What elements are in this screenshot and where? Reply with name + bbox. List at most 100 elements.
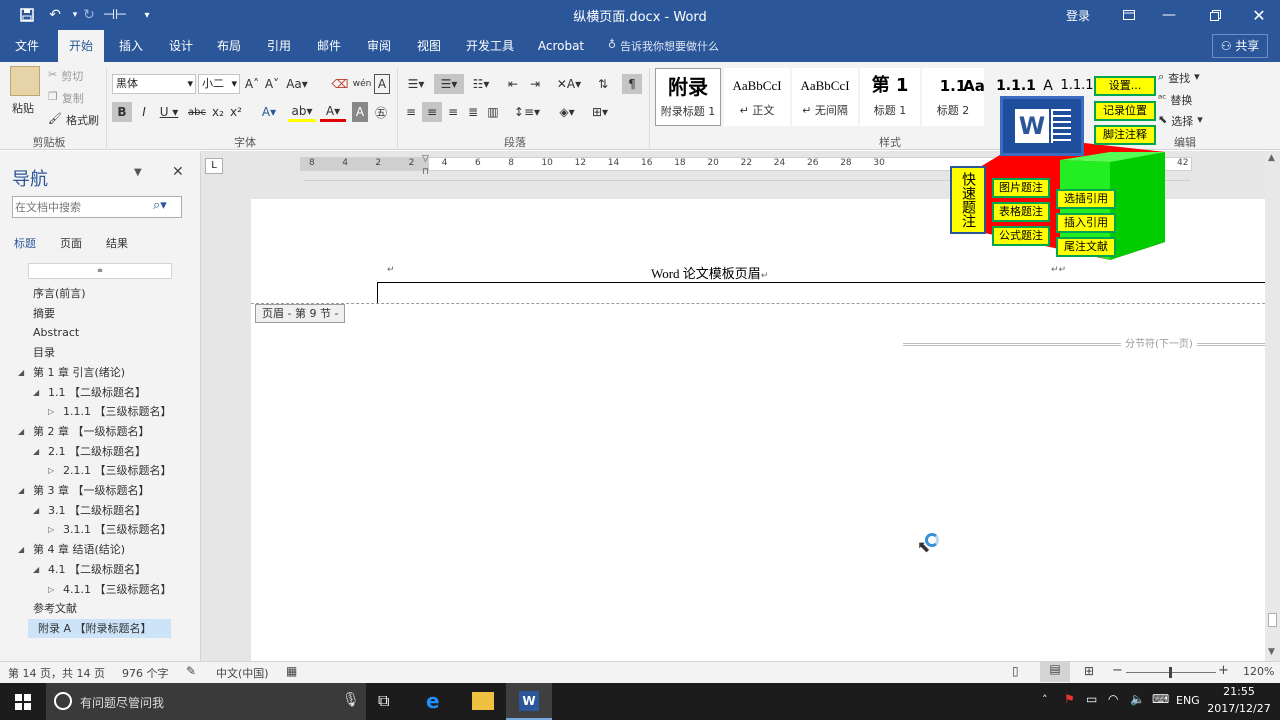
nav-heading-item[interactable]: 附录 A 【附录标题名】 (28, 618, 171, 638)
microphone-icon[interactable]: 🎙 (342, 692, 360, 708)
underline-icon[interactable]: U ▾ (156, 102, 182, 122)
phonetic-guide-icon[interactable]: wén (353, 74, 372, 94)
equation-caption-button[interactable]: 公式题注 (992, 226, 1050, 246)
tab-references[interactable]: 引用 (256, 30, 302, 62)
subscript-icon[interactable]: x₂ (210, 102, 226, 122)
tab-acrobat[interactable]: Acrobat (530, 30, 592, 62)
nav-heading-item[interactable]: ◢ 2.1 【二级标题名】 (0, 442, 200, 461)
change-case-icon[interactable]: Aa▾ (286, 74, 308, 94)
record-position-button[interactable]: 记录位置 (1094, 101, 1156, 121)
battery-icon[interactable]: ▭ (1086, 692, 1097, 706)
nav-heading-item[interactable]: ▷ 4.1.1 【三级标题名】 (0, 580, 200, 599)
nav-heading-item[interactable]: 摘要 (0, 304, 200, 323)
line-spacing-icon[interactable]: ↕≡▾ (512, 102, 542, 122)
search-icon[interactable]: ⌕▾ (153, 198, 167, 213)
strikethrough-icon[interactable]: abc (186, 102, 208, 122)
increase-indent-icon[interactable]: ⇥ (526, 74, 544, 94)
document-page[interactable]: ↵ Word 论文模板页眉↵ ↵↵ 页眉 - 第 9 节 - 分节符(下一页) … (251, 199, 1265, 661)
web-layout-icon[interactable]: ⊞ (1084, 664, 1094, 678)
select-reference-button[interactable]: 选插引用 (1056, 189, 1116, 209)
cut-button[interactable]: ✂ 剪切 (48, 68, 83, 84)
find-button[interactable]: ⌕ 查找 ▾ (1158, 70, 1200, 86)
borders-icon[interactable]: ⊞▾ (586, 102, 614, 122)
tab-developer[interactable]: 开发工具 (460, 30, 520, 62)
tell-me-box[interactable]: ♁ 告诉我你想要做什么 (608, 38, 719, 54)
clear-format-icon[interactable]: ⌫ (332, 74, 349, 94)
collapse-arrow-icon[interactable]: ◢ (18, 481, 24, 500)
align-right-icon[interactable]: ≡ (444, 102, 462, 122)
font-color-icon[interactable]: A▾ (320, 102, 346, 122)
print-layout-icon[interactable]: ▤ (1040, 662, 1070, 682)
enclose-char-icon[interactable]: ㊄ (372, 102, 390, 122)
show-hidden-icons-icon[interactable]: ˄ (1042, 693, 1048, 706)
nav-heading-item[interactable]: 目录 (0, 343, 200, 362)
nav-collapse-box[interactable]: ⩧ (28, 263, 172, 279)
nav-heading-item[interactable]: Abstract (0, 323, 200, 342)
bullets-icon[interactable]: ☰▾ (402, 74, 430, 94)
share-button[interactable]: ⚇ 共享 (1212, 34, 1268, 58)
indent-marker-icon[interactable]: ▽ (422, 154, 429, 164)
wifi-icon[interactable]: ◠ (1108, 692, 1118, 706)
tab-file[interactable]: 文件 (4, 30, 50, 62)
nav-heading-item[interactable]: ◢ 4.1 【二级标题名】 (0, 560, 200, 579)
scroll-down-icon[interactable]: ▼ (1268, 647, 1275, 657)
word-taskbar-button[interactable]: W (506, 683, 552, 720)
expand-arrow-icon[interactable]: ▷ (48, 461, 54, 480)
chinese-layout-icon[interactable]: ✕A▾ (556, 74, 582, 94)
expand-arrow-icon[interactable]: ▷ (48, 520, 54, 539)
justify-icon[interactable]: ≣ (464, 102, 482, 122)
multilevel-list-icon[interactable]: ☷▾ (468, 74, 494, 94)
tab-pages[interactable]: 页面 (60, 235, 82, 251)
nav-heading-item[interactable]: ▷ 3.1.1 【三级标题名】 (0, 520, 200, 539)
paste-button[interactable]: 粘贴 (12, 100, 34, 116)
style-no-spacing[interactable]: AaBbCcI ↵ 无间隔 (792, 68, 858, 126)
show-marks-icon[interactable]: ¶ (622, 74, 642, 94)
nav-heading-item[interactable]: 参考文献 (0, 599, 200, 618)
tab-design[interactable]: 设计 (158, 30, 204, 62)
nav-search-box[interactable]: ⌕▾ (12, 196, 182, 218)
nav-heading-item[interactable]: ◢ 3.1 【二级标题名】 (0, 501, 200, 520)
insert-reference-button[interactable]: 插入引用 (1056, 213, 1116, 233)
table-caption-button[interactable]: 表格题注 (992, 202, 1050, 222)
tab-home[interactable]: 开始 (58, 30, 104, 62)
scroll-thumb[interactable] (1268, 613, 1277, 627)
zoom-out-icon[interactable]: − (1112, 663, 1123, 678)
nav-heading-item[interactable]: ◢ 1.1 【二级标题名】 (0, 383, 200, 402)
superscript-icon[interactable]: x² (228, 102, 244, 122)
bold-icon[interactable]: B (112, 102, 132, 122)
tab-headings[interactable]: 标题 (14, 235, 36, 251)
tab-layout[interactable]: 布局 (206, 30, 252, 62)
collapse-arrow-icon[interactable]: ◢ (18, 422, 24, 441)
numbering-icon[interactable]: ☰▾ (434, 74, 464, 94)
login-link[interactable]: 登录 (1066, 7, 1090, 24)
tab-mailings[interactable]: 邮件 (306, 30, 352, 62)
zoom-level[interactable]: 120% (1243, 665, 1274, 678)
footnote-button[interactable]: 脚注注释 (1094, 125, 1156, 145)
tab-view[interactable]: 视图 (406, 30, 452, 62)
figure-caption-button[interactable]: 图片题注 (992, 178, 1050, 198)
scroll-up-icon[interactable]: ▲ (1268, 153, 1275, 163)
nav-heading-item[interactable]: ◢ 第 3 章 【一级标题名】 (0, 481, 200, 500)
page-count[interactable]: 第 14 页，共 14 页 (8, 665, 105, 681)
collapse-arrow-icon[interactable]: ◢ (33, 383, 39, 402)
close-icon[interactable]: ✕ (172, 164, 184, 180)
distributed-icon[interactable]: ▥ (484, 102, 502, 122)
expand-arrow-icon[interactable]: ▷ (48, 580, 54, 599)
italic-icon[interactable]: I (136, 102, 152, 122)
font-name-combo[interactable]: 黑体 ▾ (112, 74, 196, 94)
tab-insert[interactable]: 插入 (108, 30, 154, 62)
nav-heading-item[interactable]: ▷ 2.1.1 【三级标题名】 (0, 461, 200, 480)
collapse-arrow-icon[interactable]: ◢ (18, 540, 24, 559)
style-heading-1[interactable]: 第 1 标题 1 (860, 68, 920, 126)
font-size-combo[interactable]: 小二 ▾ (198, 74, 240, 94)
zoom-slider-thumb[interactable] (1169, 667, 1172, 678)
expand-arrow-icon[interactable]: ▷ (48, 402, 54, 421)
restore-icon[interactable] (1192, 0, 1238, 30)
decrease-indent-icon[interactable]: ⇤ (504, 74, 522, 94)
nav-heading-item[interactable]: 序言(前言) (0, 284, 200, 303)
char-border-icon[interactable]: A (374, 74, 390, 94)
search-input[interactable] (15, 199, 147, 215)
paste-icon[interactable] (10, 66, 40, 96)
security-icon[interactable]: ⚑ (1064, 692, 1075, 706)
read-mode-icon[interactable]: ▯ (1012, 664, 1019, 678)
